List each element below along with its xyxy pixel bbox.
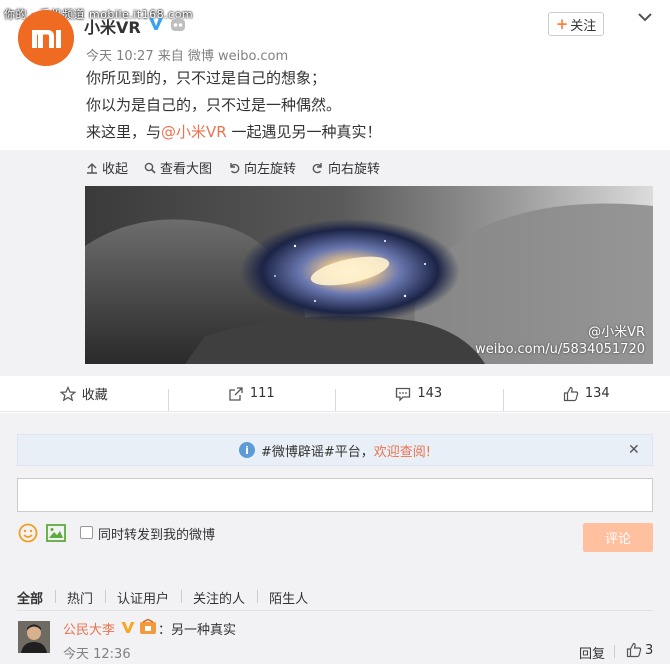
collapse-button[interactable]: 收起 — [86, 158, 128, 177]
comment-like-button[interactable]: 3 — [626, 642, 653, 658]
rotate-left-button[interactable]: 向左旋转 — [228, 158, 296, 177]
person-icon — [18, 621, 50, 653]
media-toolbar: 收起 查看大图 向左旋转 向右旋转 — [86, 158, 380, 177]
post-meta: 今天 10:27 来自 微博 weibo.com — [86, 49, 289, 64]
rotate-right-button[interactable]: 向右旋转 — [312, 158, 380, 177]
post-text-line-3: 来这里，与@小米VR 一起遇见另一种真实！ — [86, 121, 381, 142]
divider — [17, 610, 653, 611]
post-text-line-1: 你所见到的，只不过是自己的想象； — [86, 69, 327, 87]
divider — [614, 645, 615, 658]
post-photo[interactable]: @小米VR weibo.com/u/5834051720 — [85, 186, 653, 364]
commenter-avatar[interactable] — [18, 621, 50, 653]
close-icon[interactable]: ✕ — [628, 442, 640, 458]
rotate-right-icon — [312, 162, 322, 173]
post-action-bar: 收藏 111 143 134 — [0, 376, 670, 412]
filter-verified[interactable]: 认证用户 — [105, 588, 181, 607]
comment-count: 143 — [417, 386, 443, 401]
favorite-button[interactable]: 收藏 — [0, 384, 168, 403]
author-avatar[interactable] — [18, 10, 74, 66]
follow-button[interactable]: + 关注 — [548, 12, 604, 36]
collapse-icon — [87, 162, 97, 174]
notice-text: #微博辟谣#平台， — [260, 444, 374, 460]
verified-icon — [121, 622, 135, 633]
image-upload-icon[interactable] — [46, 524, 66, 542]
comment-filter-tabs: 全部 热门 认证用户 关注的人 陌生人 — [17, 588, 320, 607]
photo-watermark-handle: @小米VR — [588, 325, 645, 340]
post-text-prefix: 来这里，与 — [86, 123, 162, 141]
comment-like-count: 3 — [645, 642, 654, 658]
rotate-left-icon — [230, 162, 240, 173]
photo-watermark-url: weibo.com/u/5834051720 — [475, 342, 645, 357]
star-icon — [59, 385, 76, 401]
thumbs-up-icon — [626, 642, 642, 658]
member-badge-icon — [140, 619, 156, 634]
post-text-line-2: 你以为是自己的，只不过是一种偶然。 — [86, 96, 342, 114]
collapse-label: 收起 — [102, 162, 129, 177]
rotate-left-label: 向左旋转 — [244, 162, 297, 177]
comment-button[interactable]: 143 — [335, 386, 503, 411]
mi-logo-icon — [18, 10, 74, 66]
notice-link[interactable]: 欢迎查阅! — [374, 441, 431, 460]
repost-count: 111 — [249, 386, 275, 401]
robot-badge-icon — [171, 16, 185, 31]
emoji-icon[interactable] — [18, 523, 38, 543]
comment-icon — [396, 387, 411, 402]
commenter-name[interactable]: 公民大李 — [63, 619, 115, 638]
repost-button[interactable]: 111 — [167, 386, 336, 411]
photo-watermark: @小米VR weibo.com/u/5834051720 — [475, 324, 645, 358]
reply-button[interactable]: 回复 — [579, 643, 605, 662]
rumor-notice-banner[interactable]: i #微博辟谣#平台， 欢迎查阅! — [17, 434, 653, 466]
follow-label: 关注 — [570, 18, 597, 34]
rotate-right-label: 向右旋转 — [328, 162, 381, 177]
filter-all[interactable]: 全部 — [17, 588, 55, 607]
verified-icon — [149, 18, 163, 30]
info-icon: i — [238, 442, 255, 458]
mention-link[interactable]: @小米VR — [161, 123, 227, 141]
author-name[interactable]: 小米VR — [84, 14, 141, 38]
like-count: 134 — [584, 386, 610, 401]
search-icon — [144, 162, 156, 174]
filter-hot[interactable]: 热门 — [55, 588, 105, 607]
view-large-label: 查看大图 — [160, 162, 213, 177]
repost-label: 同时转发到我的微博 — [98, 528, 216, 543]
repost-checkbox[interactable] — [80, 526, 93, 539]
plus-icon: + — [555, 15, 569, 33]
like-button[interactable]: 134 — [502, 386, 670, 411]
comment-input[interactable] — [17, 478, 653, 512]
filter-following[interactable]: 关注的人 — [181, 588, 257, 607]
favorite-label: 收藏 — [81, 388, 108, 403]
view-large-button[interactable]: 查看大图 — [144, 158, 212, 177]
chevron-down-icon[interactable] — [638, 12, 652, 22]
thumbs-up-icon — [563, 386, 579, 401]
comment-text: ：另一种真实 — [158, 623, 237, 638]
filter-strangers[interactable]: 陌生人 — [257, 588, 320, 607]
comment-time: 今天 12:36 — [63, 647, 131, 662]
post-text-suffix: 一起遇见另一种真实！ — [226, 123, 382, 141]
submit-comment-button[interactable]: 评论 — [583, 523, 653, 552]
repost-icon — [229, 386, 243, 401]
